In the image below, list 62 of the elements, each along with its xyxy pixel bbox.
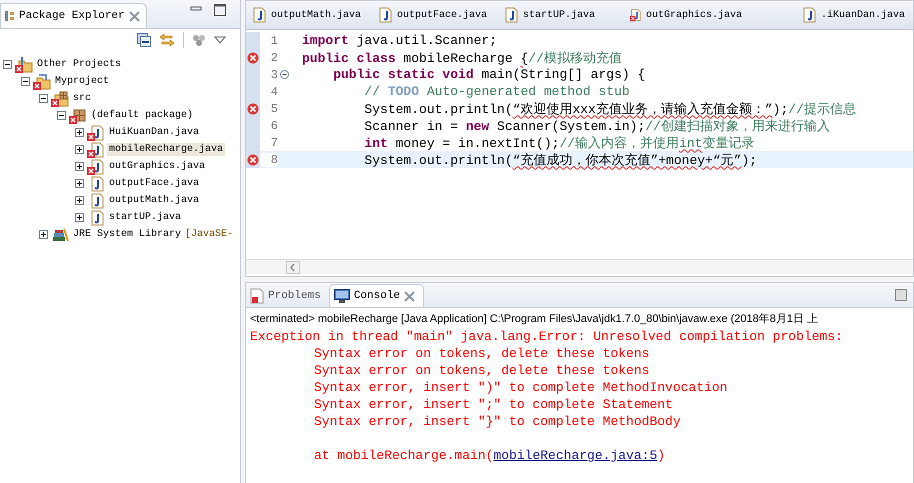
maximize-icon[interactable] (214, 4, 226, 16)
code-line: public class mobileRecharge {//模拟移动充值 (301, 50, 622, 66)
tree-item[interactable]: startUP.java (107, 211, 184, 224)
expander-icon[interactable] (39, 230, 48, 239)
editor-tab[interactable]: .iKuanDan.java (796, 7, 913, 23)
code-line: // TODO Auto-generated method stub (363, 84, 630, 99)
tree-item[interactable]: Myproject (53, 75, 112, 88)
expander-icon[interactable] (75, 179, 84, 188)
close-icon[interactable] (128, 10, 140, 22)
expander-icon[interactable] (21, 77, 30, 86)
console-header: <terminated> mobileRecharge [Java Application] C:\Program Files\Java\jdk1.7.0_80\bin\javaw.exe (2018年8月1日 上 (250, 312, 820, 327)
code-line: System.out.println(“欢迎使用xxx充值业务，请输入充值金额：”);//提示信息 (363, 100, 856, 118)
stack-trace-link[interactable]: mobileRecharge.java:5 (493, 448, 658, 463)
view-tab[interactable]: Console (328, 284, 424, 307)
horizontal-scrollbar[interactable] (246, 259, 913, 274)
tree-item[interactable]: Other Projects (35, 58, 124, 71)
code-line: public static void main(String[] args) { (332, 67, 646, 82)
tree-item[interactable]: (default package) (89, 109, 196, 122)
editor-tab[interactable]: outputFace.java (372, 7, 498, 23)
console-line: Syntax error, insert "}" to complete MethodBody (313, 413, 682, 430)
console-line: Exception in thread "main" java.lang.Error: Unresolved compilation problems: (250, 328, 844, 345)
tree-item[interactable]: mobileRecharge.java (107, 143, 226, 156)
console-line: Syntax error, insert ";" to complete Statement (313, 396, 674, 413)
editor-tab[interactable]: startUP.java (498, 7, 624, 23)
expander-icon[interactable] (57, 111, 66, 120)
tree-item[interactable]: JRE System Library (71, 228, 184, 241)
editor-tab[interactable]: outputMath.java (246, 7, 372, 23)
console-line: Syntax error, insert ")" to complete MethodInvocation (313, 379, 728, 396)
dots-icon[interactable] (192, 33, 206, 47)
code-line: Scanner in = new Scanner(System.in);//创建扫描对象，用来进行输入 (363, 118, 830, 134)
view-tab[interactable]: Problems (246, 285, 329, 307)
code-line: System.out.println(“充值成功，你本次充值”+money+“元”); (363, 152, 758, 168)
tree-item[interactable]: outGraphics.java (107, 160, 208, 173)
tree-item[interactable]: outputMath.java (107, 194, 202, 207)
editor-tab[interactable]: outGraphics.java (624, 7, 750, 23)
expander-icon[interactable] (3, 60, 12, 69)
scroll-left-icon[interactable] (286, 260, 300, 274)
tree-item-decoration: [JavaSE- (185, 229, 234, 240)
close-icon[interactable] (404, 290, 416, 302)
expander-icon[interactable] (75, 213, 84, 222)
expander-icon[interactable] (39, 94, 48, 103)
expander-icon[interactable] (75, 145, 84, 154)
tree-item[interactable]: src (71, 92, 94, 105)
line-number: 8 (260, 152, 278, 166)
tree-item[interactable]: HuiKuanDan.java (107, 126, 202, 139)
fold-icon[interactable] (280, 70, 288, 79)
expander-icon[interactable] (75, 162, 84, 171)
code-line: int money = in.nextInt();//输入内容，并使用int变量记录 (363, 134, 754, 152)
view-menu-icon[interactable] (214, 36, 226, 44)
collapse-all-icon[interactable] (137, 33, 151, 47)
package-explorer-tab[interactable]: Package Explorer (0, 3, 147, 28)
tree-item[interactable]: outputFace.java (107, 177, 202, 190)
code-line: import java.util.Scanner; (301, 33, 498, 48)
monitor-icon (334, 288, 350, 304)
problems-icon (250, 288, 264, 304)
console-line: at mobileRecharge.main(mobileRecharge.java:5) (313, 447, 666, 464)
link-arrows-icon[interactable] (159, 33, 175, 47)
console-line: Syntax error on tokens, delete these tokens (313, 345, 650, 362)
console-line: Syntax error on tokens, delete these tokens (313, 362, 650, 379)
expander-icon[interactable] (75, 196, 84, 205)
package-explorer-icon (5, 10, 15, 22)
expander-icon[interactable] (75, 128, 84, 137)
